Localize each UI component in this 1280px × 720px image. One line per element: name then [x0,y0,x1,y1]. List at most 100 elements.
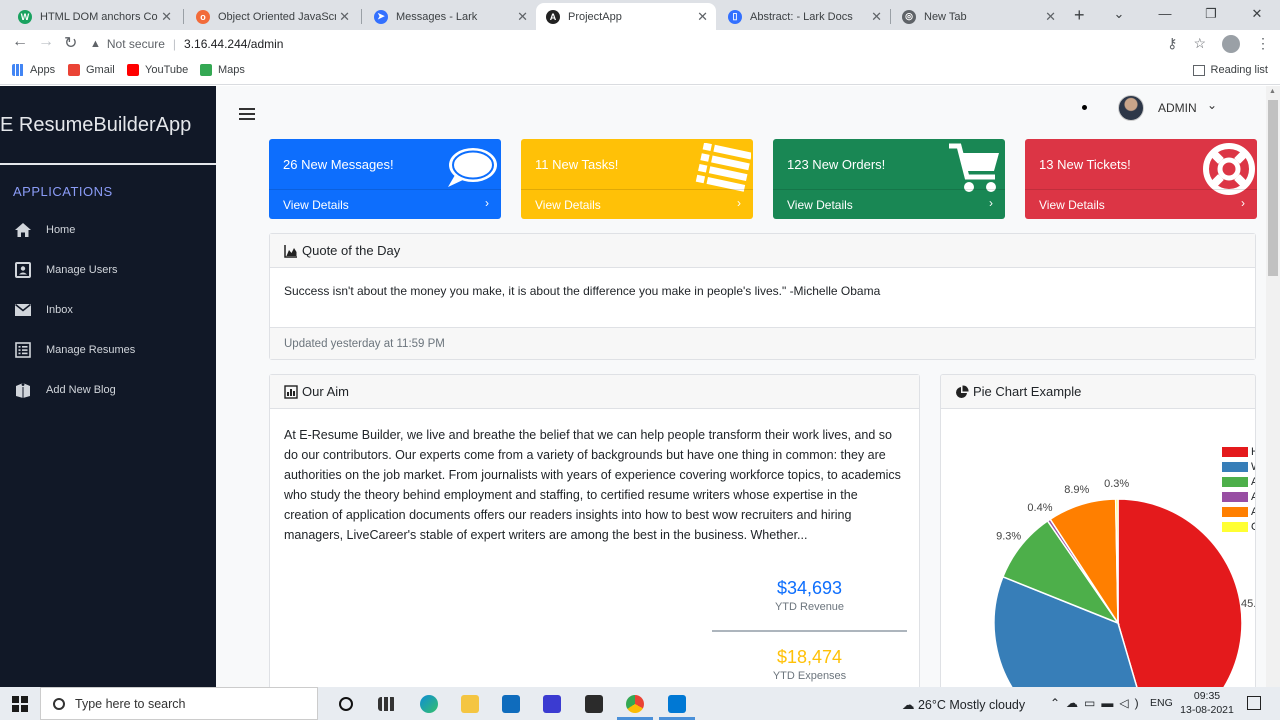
sidebar: E ResumeBuilderApp APPLICATIONS Home Man… [0,86,216,687]
tab-oo-javascript[interactable]: o Object Oriented JavaScript ✕ [186,3,358,30]
task-view-icon[interactable] [378,697,396,711]
chevron-down-icon[interactable]: ⌄ [1207,98,1217,112]
view-details-link[interactable]: View Details [535,198,601,212]
page-scrollbar[interactable]: ▲ [1266,86,1280,687]
reading-list-label: Reading list [1210,64,1268,76]
view-details-link[interactable]: View Details [787,198,853,212]
edge-icon[interactable] [420,695,438,713]
view-details-link[interactable]: View Details [283,198,349,212]
restore-icon[interactable]: ❐ [1188,0,1234,30]
expenses-label: YTD Expenses [772,670,847,682]
search-placeholder: Type here to search [75,696,186,711]
quote-text: Success isn't about the money you make, … [284,284,881,298]
weather-widget[interactable]: ☁ 26°C Mostly cloudy [902,697,1025,712]
bookmark-youtube[interactable]: YouTube [127,64,188,76]
legend-item: Wh [1222,459,1255,474]
reading-list-button[interactable]: Reading list [1192,64,1268,76]
close-tab-icon[interactable]: ✕ [339,9,350,25]
file-explorer-icon[interactable] [461,695,479,713]
close-tab-icon[interactable]: ✕ [161,9,172,25]
bookmark-apps[interactable]: Apps [12,64,55,76]
system-tray-icons[interactable]: ⌃☁▭▬◁) [1050,696,1145,710]
comments-icon [448,148,497,187]
profile-icon[interactable] [1222,35,1240,53]
bookmark-maps[interactable]: Maps [200,64,245,76]
cortana-icon[interactable] [339,697,353,711]
vscode-icon[interactable] [668,695,686,713]
reload-icon[interactable]: ↻ [64,33,77,53]
card-footer[interactable]: View Details › [1025,189,1257,219]
mail-app-icon[interactable] [502,695,520,713]
tab-lark-docs[interactable]: ▯ Abstract: - Lark Docs ✕ [718,3,890,30]
language-indicator[interactable]: ENG [1150,697,1173,709]
legend-item: Afr [1222,474,1255,489]
sidebar-item-manage-resumes[interactable]: Manage Resumes [14,339,135,361]
list-icon [14,341,32,359]
tickets-card: 13 New Tickets! View Details › [1025,139,1257,219]
view-details-link[interactable]: View Details [1039,198,1105,212]
menu-icon[interactable]: ⋮ [1256,35,1270,53]
legend-swatch [1222,491,1248,502]
clock-time: 09:35 [1193,690,1221,702]
back-icon[interactable]: ← [12,33,28,51]
store-icon[interactable] [585,695,603,713]
apps-grid-icon [12,64,24,76]
close-tab-icon[interactable]: ✕ [1045,9,1056,25]
tab-new-tab[interactable]: ◎ New Tab ✕ [892,3,1064,30]
minimize-icon[interactable]: — [1142,0,1188,30]
tab-lark-messages[interactable]: ➤ Messages - Lark ✕ [364,3,536,30]
clock-date: 13-08-2021 [1180,704,1234,716]
tab-favicon: o [196,9,210,24]
forward-icon[interactable]: → [38,33,54,51]
chrome-icon[interactable] [626,695,644,713]
maps-icon [200,64,212,76]
updated-timestamp: Updated yesterday at 11:59 PM [284,338,445,350]
taskbar-search-input[interactable]: Type here to search [40,687,318,720]
scroll-up-icon[interactable]: ▲ [1269,88,1276,95]
bookmark-star-icon[interactable]: ☆ [1193,35,1206,53]
close-tab-icon[interactable]: ✕ [517,9,528,25]
card-footer[interactable]: View Details › [269,189,501,219]
brand-title[interactable]: E ResumeBuilderApp [0,114,191,137]
hamburger-menu-icon[interactable] [239,108,255,123]
bookmark-label: Gmail [86,64,115,76]
revenue-stat: $34,693 YTD Revenue [712,578,907,613]
life-ring-icon [1203,143,1255,195]
legend-item: Oth [1222,519,1255,534]
url-input[interactable]: ▲ Not secure | 3.16.44.244/admin [90,32,1130,56]
tab-favicon: W [18,9,32,24]
bookmarks-bar: Apps Gmail YouTube Maps Reading list [0,58,1280,85]
key-icon[interactable]: ⚷ [1167,35,1177,53]
tab-projectapp[interactable]: A ProjectApp ✕ [536,3,716,30]
close-window-icon[interactable]: ✕ [1234,0,1280,30]
sidebar-item-add-new-blog[interactable]: Add New Blog [14,379,116,401]
new-tab-icon[interactable]: + [1074,5,1085,26]
close-tab-icon[interactable]: ✕ [697,9,708,25]
legend-item: Asi [1222,504,1255,519]
tab-html-dom[interactable]: W HTML DOM anchors Collect ✕ [8,3,180,30]
card-footer[interactable]: View Details › [521,189,753,219]
windows-start-icon[interactable] [12,696,28,712]
user-name[interactable]: ADMIN [1158,101,1197,115]
url-text: 3.16.44.244/admin [184,37,284,51]
legend-label: Oth [1251,521,1255,533]
sidebar-section-heading: APPLICATIONS [13,184,113,199]
scrollbar-thumb[interactable] [1268,100,1278,276]
quote-footer: Updated yesterday at 11:59 PM [270,327,1255,359]
bookmark-gmail[interactable]: Gmail [68,64,115,76]
clock[interactable]: 09:35 13-08-2021 [1174,689,1240,717]
tab-search-icon[interactable]: ⌄ [1096,0,1142,30]
pie-panel-title: Pie Chart Example [973,384,1082,399]
close-tab-icon[interactable]: ✕ [871,9,882,25]
sidebar-item-home[interactable]: Home [14,219,75,241]
card-footer[interactable]: View Details › [773,189,1005,219]
pie-data-label: 9.3% [996,531,1021,543]
sidebar-item-manage-users[interactable]: Manage Users [14,259,118,281]
card-title: 11 New Tasks! [535,157,619,172]
warning-icon[interactable]: ▲ [90,38,101,50]
app-icon[interactable] [543,695,561,713]
notifications-icon[interactable] [1247,696,1261,710]
tasks-card: 11 New Tasks! View Details › [521,139,753,219]
sidebar-item-inbox[interactable]: Inbox [14,299,73,321]
avatar[interactable] [1118,95,1144,121]
